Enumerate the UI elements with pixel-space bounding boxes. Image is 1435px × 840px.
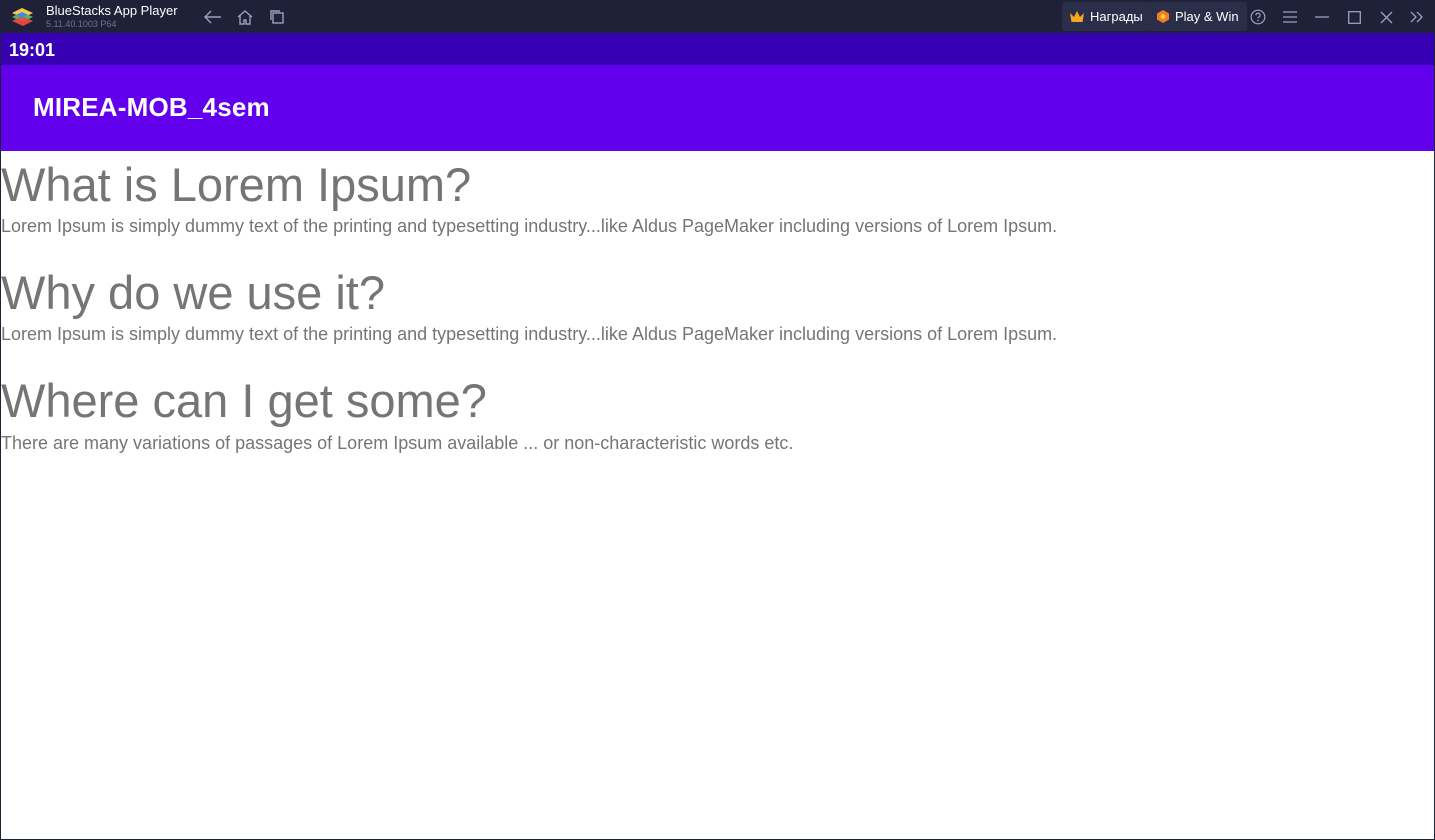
home-icon[interactable]	[234, 6, 256, 28]
section-body: Lorem Ipsum is simply dummy text of the …	[1, 216, 1058, 236]
crown-icon	[1069, 10, 1085, 23]
rewards-label: Награды	[1090, 9, 1143, 24]
playwin-icon	[1156, 9, 1170, 24]
content-area: What is Lorem Ipsum? Lorem Ipsum is simp…	[1, 151, 1434, 839]
close-icon[interactable]	[1374, 5, 1398, 29]
app-version: 5.11.40.1003 P64	[46, 19, 117, 29]
section-body: Lorem Ipsum is simply dummy text of the …	[1, 324, 1058, 344]
section-heading: Where can I get some?	[1, 374, 487, 427]
collapse-sidebar-icon[interactable]	[1405, 5, 1429, 29]
menu-icon[interactable]	[1278, 5, 1302, 29]
rewards-button[interactable]: Награды	[1062, 2, 1151, 31]
maximize-icon[interactable]	[1342, 5, 1366, 29]
playwin-label: Play & Win	[1175, 9, 1239, 24]
window-titlebar: BlueStacks App Player 5.11.40.1003 P64 Н…	[0, 0, 1435, 33]
app-bar-title: MIREA-MOB_4sem	[33, 92, 270, 122]
section-heading: What is Lorem Ipsum?	[1, 158, 472, 211]
section-body: There are many variations of passages of…	[1, 433, 794, 453]
minimize-icon[interactable]	[1310, 5, 1334, 29]
play-win-button[interactable]: Play & Win	[1149, 2, 1247, 31]
section-heading: Why do we use it?	[1, 266, 386, 319]
back-icon[interactable]	[202, 6, 224, 28]
multitask-icon[interactable]	[266, 6, 288, 28]
app-bar: MIREA-MOB_4sem	[1, 65, 1434, 151]
bluestacks-logo-icon	[12, 8, 33, 26]
app-title: BlueStacks App Player	[46, 3, 178, 18]
help-icon[interactable]	[1246, 5, 1270, 29]
status-time: 19:01	[9, 40, 56, 60]
android-status-bar: 19:01	[1, 33, 1434, 65]
